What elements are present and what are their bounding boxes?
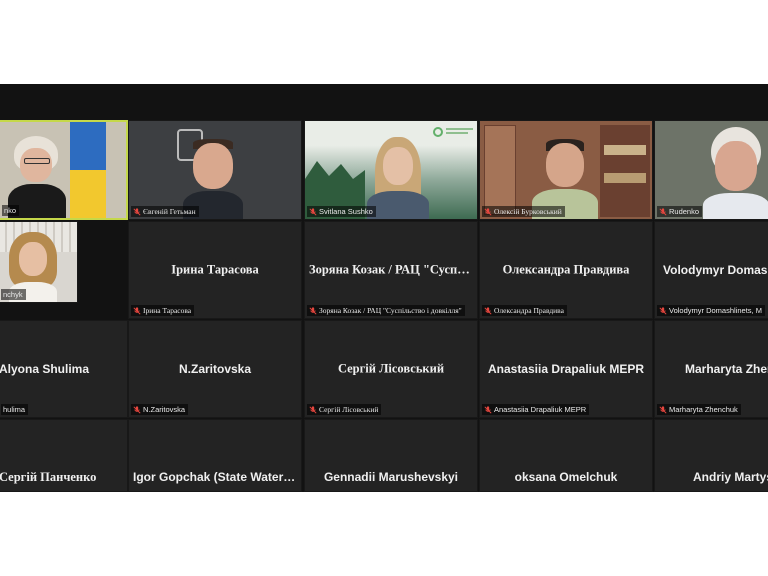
- mic-off-icon: [309, 306, 317, 315]
- participant-name-tag: Volodymyr Domashlinets, M: [657, 305, 765, 316]
- participant-tile-17[interactable]: Igor Gopchak (State Water …: [128, 419, 302, 492]
- participant-name-tag: Олексій Бурковський: [482, 206, 565, 217]
- mic-off-icon: [133, 405, 141, 414]
- participant-display-name: oksana Omelchuk: [514, 470, 618, 484]
- participant-display-name: Alyona Shulima: [0, 362, 90, 376]
- participant-name: Svitlana Sushko: [319, 207, 373, 216]
- cabinet-background: [484, 125, 516, 215]
- participant-tile-6[interactable]: nchyk: [0, 221, 78, 303]
- mic-off-icon: [133, 207, 141, 216]
- bookshelf-background: [600, 125, 650, 217]
- participant-tile-10[interactable]: Volodymyr Domash Volodymyr Domashlinets,…: [654, 221, 768, 319]
- participant-name: Rudenko: [669, 207, 700, 216]
- participant-display-name: Ірина Тарасова: [171, 262, 259, 277]
- organization-logo: [433, 127, 473, 139]
- mic-off-icon: [309, 207, 317, 216]
- participant-name: Олександра Правдива: [494, 306, 564, 315]
- participant-name-tag: N.Zaritovska: [131, 404, 189, 415]
- participant-tile-5[interactable]: Rudenko: [654, 120, 768, 220]
- participant-display-name: Сергій Панченко: [0, 470, 97, 484]
- participant-name-tag: Євгеній Гетьман: [131, 206, 199, 217]
- participant-tile-11[interactable]: Alyona Shulima hulima: [0, 320, 128, 418]
- participant-name: Volodymyr Domashlinets, M: [669, 306, 762, 315]
- participant-tile-1[interactable]: nko: [0, 120, 128, 220]
- participant-display-name: Зоряна Козак / РАЦ "Суспіль…: [309, 262, 477, 277]
- participant-tile-7[interactable]: Ірина Тарасова Ірина Тарасова: [128, 221, 302, 319]
- participant-display-name: Сергій Лісовський: [337, 361, 445, 376]
- participant-tile-4[interactable]: Олексій Бурковський: [479, 120, 653, 220]
- participant-name: Ірина Тарасова: [143, 306, 192, 315]
- participant-display-name: Олександра Правдива: [502, 262, 630, 277]
- participant-name-tag: Rudenko: [657, 206, 703, 217]
- participant-display-name: Igor Gopchak (State Water …: [133, 470, 299, 484]
- participant-name-tag: nchyk: [1, 289, 26, 300]
- participant-name: Сергій Лісовський: [319, 405, 379, 414]
- mic-off-icon: [659, 207, 667, 216]
- mic-off-icon: [659, 306, 667, 315]
- participant-display-name: Anastasiia Drapaliuk MEPR: [487, 362, 645, 376]
- participant-tile-15[interactable]: Marharyta Zhen Marharyta Zhenchuk: [654, 320, 768, 418]
- participant-name-tag: Svitlana Sushko: [307, 206, 376, 217]
- participant-name: Олексій Бурковський: [494, 207, 562, 216]
- participant-name-tag: Anastasiia Drapaliuk MEPR: [482, 404, 590, 415]
- participant-name: N.Zaritovska: [143, 405, 186, 414]
- participant-display-name: Andriy Martys: [693, 470, 768, 484]
- participant-display-name: Gennadii Marushevskyi: [323, 470, 459, 484]
- participant-name-tag: Ірина Тарасова: [131, 305, 195, 316]
- participant-tile-16[interactable]: Сергій Панченко: [0, 419, 128, 492]
- participant-video-person: [703, 127, 768, 219]
- participant-name-tag: Сергій Лісовський: [307, 404, 382, 415]
- participant-name: nchyk: [3, 290, 23, 299]
- participant-display-name: Volodymyr Domash: [663, 263, 768, 277]
- participant-name: Зоряна Козак / РАЦ "Суспільство і довкіл…: [319, 306, 462, 315]
- participant-tile-9[interactable]: Олександра Правдива Олександра Правдива: [479, 221, 653, 319]
- mic-off-icon: [484, 306, 492, 315]
- participant-tile-14[interactable]: Anastasiia Drapaliuk MEPR Anastasiia Dra…: [479, 320, 653, 418]
- ukraine-flag: [70, 122, 106, 218]
- mic-off-icon: [659, 405, 667, 414]
- participant-tile-19[interactable]: oksana Omelchuk: [479, 419, 653, 492]
- participant-display-name: Marharyta Zhen: [685, 362, 768, 376]
- participant-tile-8[interactable]: Зоряна Козак / РАЦ "Суспіль… Зоряна Коза…: [304, 221, 478, 319]
- participant-name: Marharyta Zhenchuk: [669, 405, 738, 414]
- participant-tile-2[interactable]: Євгеній Гетьман: [128, 120, 302, 220]
- participant-tile-12[interactable]: N.Zaritovska N.Zaritovska: [128, 320, 302, 418]
- mic-off-icon: [484, 207, 492, 216]
- participant-name-tag: Олександра Правдива: [482, 305, 567, 316]
- participant-name: Євгеній Гетьман: [143, 207, 196, 216]
- participant-tile-18[interactable]: Gennadii Marushevskyi: [304, 419, 478, 492]
- participant-tile-3[interactable]: Svitlana Sushko: [304, 120, 478, 220]
- participant-display-name: N.Zaritovska: [178, 362, 252, 376]
- participant-name-tag: Зоряна Козак / РАЦ "Суспільство і довкіл…: [307, 305, 465, 316]
- participant-tile-20[interactable]: Andriy Martys: [654, 419, 768, 492]
- mic-off-icon: [309, 405, 317, 414]
- participant-name: hulima: [3, 405, 26, 414]
- participant-name: nko: [4, 206, 17, 215]
- participant-name-tag: nko: [2, 205, 20, 216]
- video-meeting-grid: nko Євгеній Гетьман Svitlana Sushko Олек…: [0, 84, 768, 492]
- participant-name-tag: hulima: [1, 404, 29, 415]
- mic-off-icon: [484, 405, 492, 414]
- participant-name: Anastasiia Drapaliuk MEPR: [494, 405, 587, 414]
- participant-tile-13[interactable]: Сергій Лісовський Сергій Лісовський: [304, 320, 478, 418]
- mic-off-icon: [133, 306, 141, 315]
- participant-name-tag: Marharyta Zhenchuk: [657, 404, 741, 415]
